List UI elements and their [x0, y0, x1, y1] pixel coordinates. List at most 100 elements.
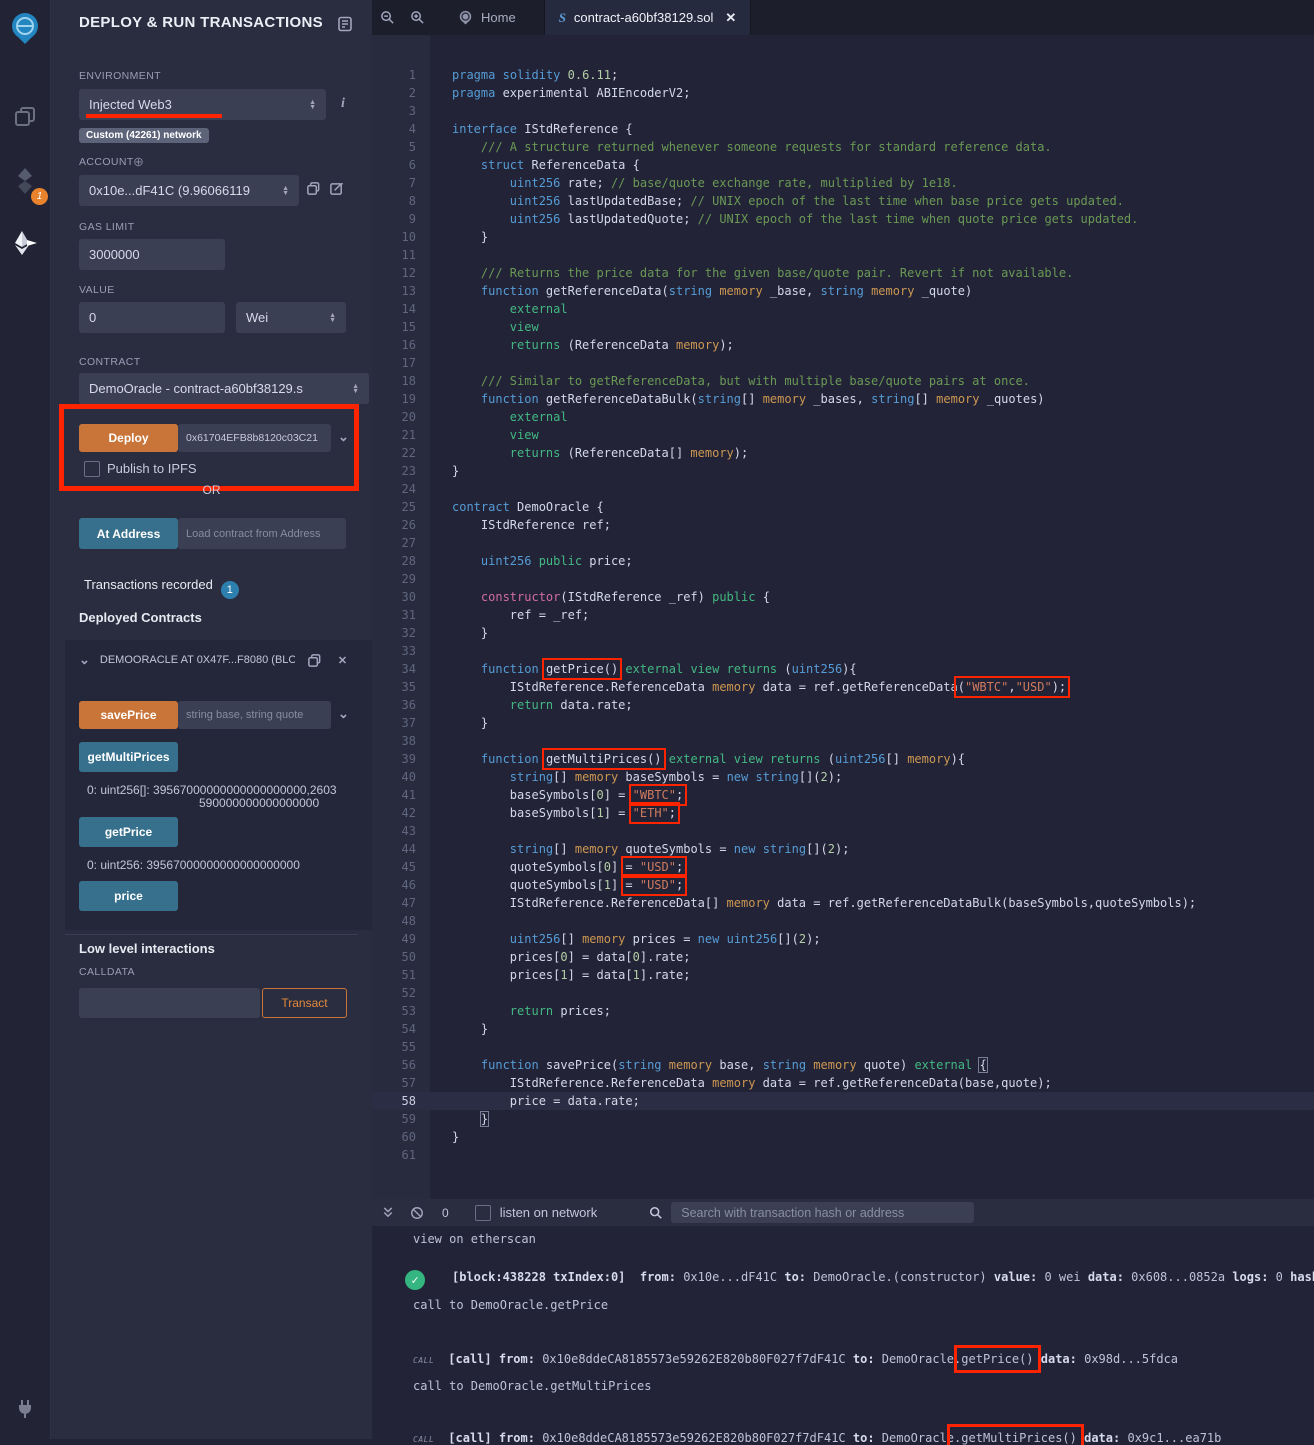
code-line[interactable]: 54 } — [372, 1020, 1314, 1038]
code-line[interactable]: 24 — [372, 480, 1314, 498]
chevron-down-icon[interactable]: ⌄ — [338, 706, 349, 722]
transactions-recorded[interactable]: Transactions recorded1 — [84, 577, 239, 599]
getmultiprices-button[interactable]: getMultiPrices — [79, 742, 178, 772]
terminal-search-input[interactable]: Search with transaction hash or address — [671, 1202, 974, 1223]
account-select[interactable]: 0x10e...dF41C (9.96066119 ▲▼ — [79, 175, 299, 206]
listen-network-checkbox[interactable] — [475, 1205, 491, 1221]
code-line[interactable]: 43 — [372, 822, 1314, 840]
terminal-content[interactable]: view on etherscan ✓[block:438228 txIndex:… — [372, 1226, 1314, 1439]
close-tab-icon[interactable]: ✕ — [725, 10, 736, 26]
code-line[interactable]: 11 — [372, 246, 1314, 264]
code-line[interactable]: 20 external — [372, 408, 1314, 426]
code-line[interactable]: 30 constructor(IStdReference _ref) publi… — [372, 588, 1314, 606]
code-line[interactable]: 15 view — [372, 318, 1314, 336]
gas-limit-input[interactable]: 3000000 — [79, 239, 225, 270]
zoom-in-icon[interactable] — [402, 10, 432, 25]
code-line[interactable]: 50 prices[0] = data[0].rate; — [372, 948, 1314, 966]
calldata-input[interactable] — [79, 988, 260, 1018]
code-line[interactable]: 5 /// A structure returned whenever some… — [372, 138, 1314, 156]
code-line[interactable]: 55 — [372, 1038, 1314, 1056]
code-line[interactable]: 31 ref = _ref; — [372, 606, 1314, 624]
terminal-row-call[interactable]: CALL[call] from: 0x10e8ddeCA8185573e5926… — [372, 1352, 1314, 1366]
code-line[interactable]: 36 return data.rate; — [372, 696, 1314, 714]
tab-home[interactable]: Home — [444, 0, 530, 35]
code-line[interactable]: 13 function getReferenceData(string memo… — [372, 282, 1314, 300]
code-line[interactable]: 21 view — [372, 426, 1314, 444]
code-line[interactable]: 1pragma solidity 0.6.11; — [372, 66, 1314, 84]
file-explorer-icon[interactable] — [0, 95, 50, 139]
saveprice-args-input[interactable]: string base, string quote — [178, 701, 331, 729]
code-line[interactable]: 41 baseSymbols[0] = "WBTC"; — [372, 786, 1314, 804]
docs-icon[interactable] — [337, 16, 353, 32]
code-line[interactable]: 10 } — [372, 228, 1314, 246]
terminal-row-plain[interactable]: call to DemoOracle.getPrice — [372, 1298, 1314, 1312]
chevron-down-icon[interactable]: ⌄ — [79, 652, 90, 668]
code-line[interactable]: 57 IStdReference.ReferenceData memory da… — [372, 1074, 1314, 1092]
code-line[interactable]: 38 — [372, 732, 1314, 750]
clear-console-icon[interactable] — [410, 1206, 424, 1220]
code-line[interactable]: 8 uint256 lastUpdatedBase; // UNIX epoch… — [372, 192, 1314, 210]
code-line[interactable]: 33 — [372, 642, 1314, 660]
code-lines[interactable]: 1pragma solidity 0.6.11;2pragma experime… — [372, 35, 1314, 1164]
tab-contract-file[interactable]: S contract-a60bf38129.sol ✕ — [544, 0, 752, 35]
solidity-compiler-icon[interactable]: 1 — [0, 159, 50, 203]
code-line[interactable]: 58 price = data.rate; — [372, 1092, 1314, 1110]
code-line[interactable]: 14 external — [372, 300, 1314, 318]
publish-ipfs-checkbox[interactable] — [84, 461, 100, 477]
code-line[interactable]: 40 string[] memory baseSymbols = new str… — [372, 768, 1314, 786]
code-line[interactable]: 16 returns (ReferenceData memory); — [372, 336, 1314, 354]
code-line[interactable]: 12 /// Returns the price data for the gi… — [372, 264, 1314, 282]
add-account-icon[interactable]: ⊕ — [133, 154, 144, 170]
sign-message-icon[interactable] — [329, 181, 344, 196]
deploy-button[interactable]: Deploy — [79, 424, 178, 452]
code-line[interactable]: 29 — [372, 570, 1314, 588]
code-line[interactable]: 52 — [372, 984, 1314, 1002]
zoom-out-icon[interactable] — [372, 10, 402, 25]
code-line[interactable]: 6 struct ReferenceData { — [372, 156, 1314, 174]
code-line[interactable]: 59 } — [372, 1110, 1314, 1128]
contract-select[interactable]: DemoOracle - contract-a60bf38129.s ▲▼ — [79, 373, 369, 404]
code-line[interactable]: 17 — [372, 354, 1314, 372]
expand-terminal-icon[interactable] — [382, 1206, 394, 1219]
saveprice-button[interactable]: savePrice — [79, 701, 178, 729]
code-line[interactable]: 39 function getMultiPrices() external vi… — [372, 750, 1314, 768]
code-line[interactable]: 45 quoteSymbols[0] = "USD"; — [372, 858, 1314, 876]
code-line[interactable]: 47 IStdReference.ReferenceData[] memory … — [372, 894, 1314, 912]
terminal-row-plain[interactable]: view on etherscan — [372, 1232, 1314, 1246]
environment-info-icon[interactable]: i — [341, 96, 345, 112]
code-line[interactable]: 9 uint256 lastUpdatedQuote; // UNIX epoc… — [372, 210, 1314, 228]
price-button[interactable]: price — [79, 881, 178, 911]
value-unit-select[interactable]: Wei ▲▼ — [236, 302, 346, 333]
code-line[interactable]: 49 uint256[] memory prices = new uint256… — [372, 930, 1314, 948]
code-line[interactable]: 60} — [372, 1128, 1314, 1146]
code-line[interactable]: 46 quoteSymbols[1] = "USD"; — [372, 876, 1314, 894]
value-input[interactable]: 0 — [79, 302, 225, 333]
code-line[interactable]: 27 — [372, 534, 1314, 552]
chevron-down-icon[interactable]: ⌄ — [338, 429, 349, 445]
code-line[interactable]: 25contract DemoOracle { — [372, 498, 1314, 516]
terminal-row-block[interactable]: ✓[block:438228 txIndex:0] from: 0x10e...… — [372, 1270, 1314, 1284]
code-line[interactable]: 32 } — [372, 624, 1314, 642]
code-line[interactable]: 4interface IStdReference { — [372, 120, 1314, 138]
environment-select[interactable]: Injected Web3 ▲▼ — [79, 89, 326, 120]
code-line[interactable]: 37 } — [372, 714, 1314, 732]
at-address-button[interactable]: At Address — [79, 518, 178, 549]
transact-button[interactable]: Transact — [262, 988, 347, 1018]
code-line[interactable]: 19 function getReferenceDataBulk(string[… — [372, 390, 1314, 408]
code-line[interactable]: 51 prices[1] = data[1].rate; — [372, 966, 1314, 984]
code-line[interactable]: 48 — [372, 912, 1314, 930]
code-line[interactable]: 61 — [372, 1146, 1314, 1164]
at-address-input[interactable]: Load contract from Address — [178, 518, 346, 549]
plugin-manager-icon[interactable] — [0, 1387, 50, 1431]
code-line[interactable]: 56 function savePrice(string memory base… — [372, 1056, 1314, 1074]
code-line[interactable]: 18 /// Similar to getReferenceData, but … — [372, 372, 1314, 390]
terminal-row-plain[interactable]: call to DemoOracle.getMultiPrices — [372, 1379, 1314, 1393]
code-line[interactable]: 42 baseSymbols[1] = "ETH"; — [372, 804, 1314, 822]
code-line[interactable]: 53 return prices; — [372, 1002, 1314, 1020]
getprice-button[interactable]: getPrice — [79, 817, 178, 847]
code-line[interactable]: 26 IStdReference ref; — [372, 516, 1314, 534]
code-line[interactable]: 28 uint256 public price; — [372, 552, 1314, 570]
deploy-arg-input[interactable]: 0x61704EFB8b8120c03C21 — [178, 424, 331, 452]
code-line[interactable]: 35 IStdReference.ReferenceData memory da… — [372, 678, 1314, 696]
deploy-run-icon[interactable] — [0, 221, 50, 265]
